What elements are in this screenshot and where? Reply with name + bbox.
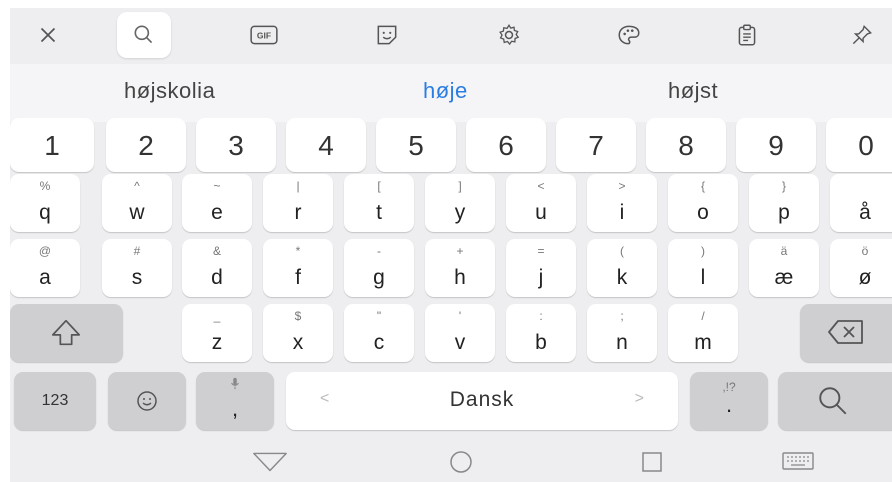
key-8[interactable]: 8	[646, 118, 726, 172]
search-button[interactable]	[117, 12, 171, 58]
theme-button[interactable]	[603, 12, 655, 58]
home-circle-icon[interactable]	[441, 450, 481, 474]
pin-icon	[852, 25, 872, 45]
recents-square-icon[interactable]	[639, 450, 665, 474]
comma-key[interactable]: ,	[196, 372, 274, 430]
search-icon	[819, 387, 847, 415]
key-6[interactable]: 6	[466, 118, 546, 172]
key-c[interactable]: " c	[344, 304, 414, 362]
system-navigation-bar	[10, 444, 892, 482]
key-w[interactable]: ^ w	[102, 174, 172, 232]
period-key[interactable]: ,!? .	[690, 372, 768, 430]
suggestion-bar: højskolia høje højst	[10, 64, 892, 122]
shift-key[interactable]	[10, 304, 123, 362]
key-g[interactable]: -g	[344, 239, 414, 297]
pin-button[interactable]	[836, 12, 888, 58]
emoji-icon	[137, 391, 157, 411]
sticker-icon	[377, 25, 397, 45]
key-x[interactable]: $ x	[263, 304, 333, 362]
back-triangle-icon[interactable]	[251, 450, 289, 474]
key-0[interactable]: 0	[826, 118, 892, 172]
search-icon	[134, 25, 153, 44]
keyboard: GIF højskolia høje højst 1 2 3 4 5 6 7 8…	[10, 8, 892, 482]
key-r[interactable]: | r	[263, 174, 333, 232]
key-y[interactable]: ] y	[425, 174, 495, 232]
search-action-key[interactable]	[778, 372, 892, 430]
key-9[interactable]: 9	[736, 118, 816, 172]
key-4[interactable]: 4	[286, 118, 366, 172]
key-o[interactable]: {o	[668, 174, 738, 232]
key-3[interactable]: 3	[196, 118, 276, 172]
key-t[interactable]: [t	[344, 174, 414, 232]
numbers-mode-key[interactable]: 123	[14, 372, 96, 430]
theme-palette-icon	[618, 25, 640, 45]
key-ae[interactable]: äæ	[749, 239, 819, 297]
key-v[interactable]: ' v	[425, 304, 495, 362]
key-1[interactable]: 1	[10, 118, 94, 172]
close-button[interactable]	[22, 12, 74, 58]
key-5[interactable]: 5	[376, 118, 456, 172]
svg-text:GIF: GIF	[257, 31, 271, 41]
key-k[interactable]: (k	[587, 239, 657, 297]
gif-icon: GIF	[250, 25, 278, 45]
clipboard-button[interactable]	[721, 12, 773, 58]
key-aa[interactable]: å	[830, 174, 892, 232]
key-p[interactable]: } p	[749, 174, 819, 232]
key-m[interactable]: / m	[668, 304, 738, 362]
suggestion-center[interactable]: høje	[423, 78, 468, 104]
key-a[interactable]: @ a	[10, 239, 80, 297]
settings-icon	[499, 24, 520, 46]
backspace-key[interactable]	[800, 304, 892, 362]
key-7[interactable]: 7	[556, 118, 636, 172]
gif-button[interactable]: GIF	[238, 12, 290, 58]
key-b[interactable]: :b	[506, 304, 576, 362]
key-f[interactable]: * f	[263, 239, 333, 297]
shift-arrow-icon	[51, 319, 81, 346]
key-u[interactable]: < u	[506, 174, 576, 232]
key-h[interactable]: + h	[425, 239, 495, 297]
suggestion-left[interactable]: højskolia	[124, 78, 215, 104]
sticker-button[interactable]	[361, 12, 413, 58]
close-icon	[40, 27, 56, 43]
key-i[interactable]: > i	[587, 174, 657, 232]
emoji-key[interactable]	[108, 372, 186, 430]
key-j[interactable]: = j	[506, 239, 576, 297]
key-e[interactable]: ~ e	[182, 174, 252, 232]
clipboard-icon	[738, 24, 756, 46]
keyboard-switch-icon[interactable]	[780, 450, 816, 474]
microphone-icon	[231, 377, 239, 390]
key-2[interactable]: 2	[106, 118, 186, 172]
key-z[interactable]: _ z	[182, 304, 252, 362]
backspace-icon	[828, 320, 863, 344]
settings-button[interactable]	[483, 12, 535, 58]
space-bar[interactable]: < Dansk >	[286, 372, 678, 430]
key-q[interactable]: % q	[10, 174, 80, 232]
key-n[interactable]: ; n	[587, 304, 657, 362]
key-d[interactable]: & d	[182, 239, 252, 297]
key-oe[interactable]: öø	[830, 239, 892, 297]
key-s[interactable]: # s	[102, 239, 172, 297]
suggestion-right[interactable]: højst	[668, 78, 718, 104]
key-l[interactable]: ) l	[668, 239, 738, 297]
keyboard-toolbar: GIF	[10, 8, 892, 64]
